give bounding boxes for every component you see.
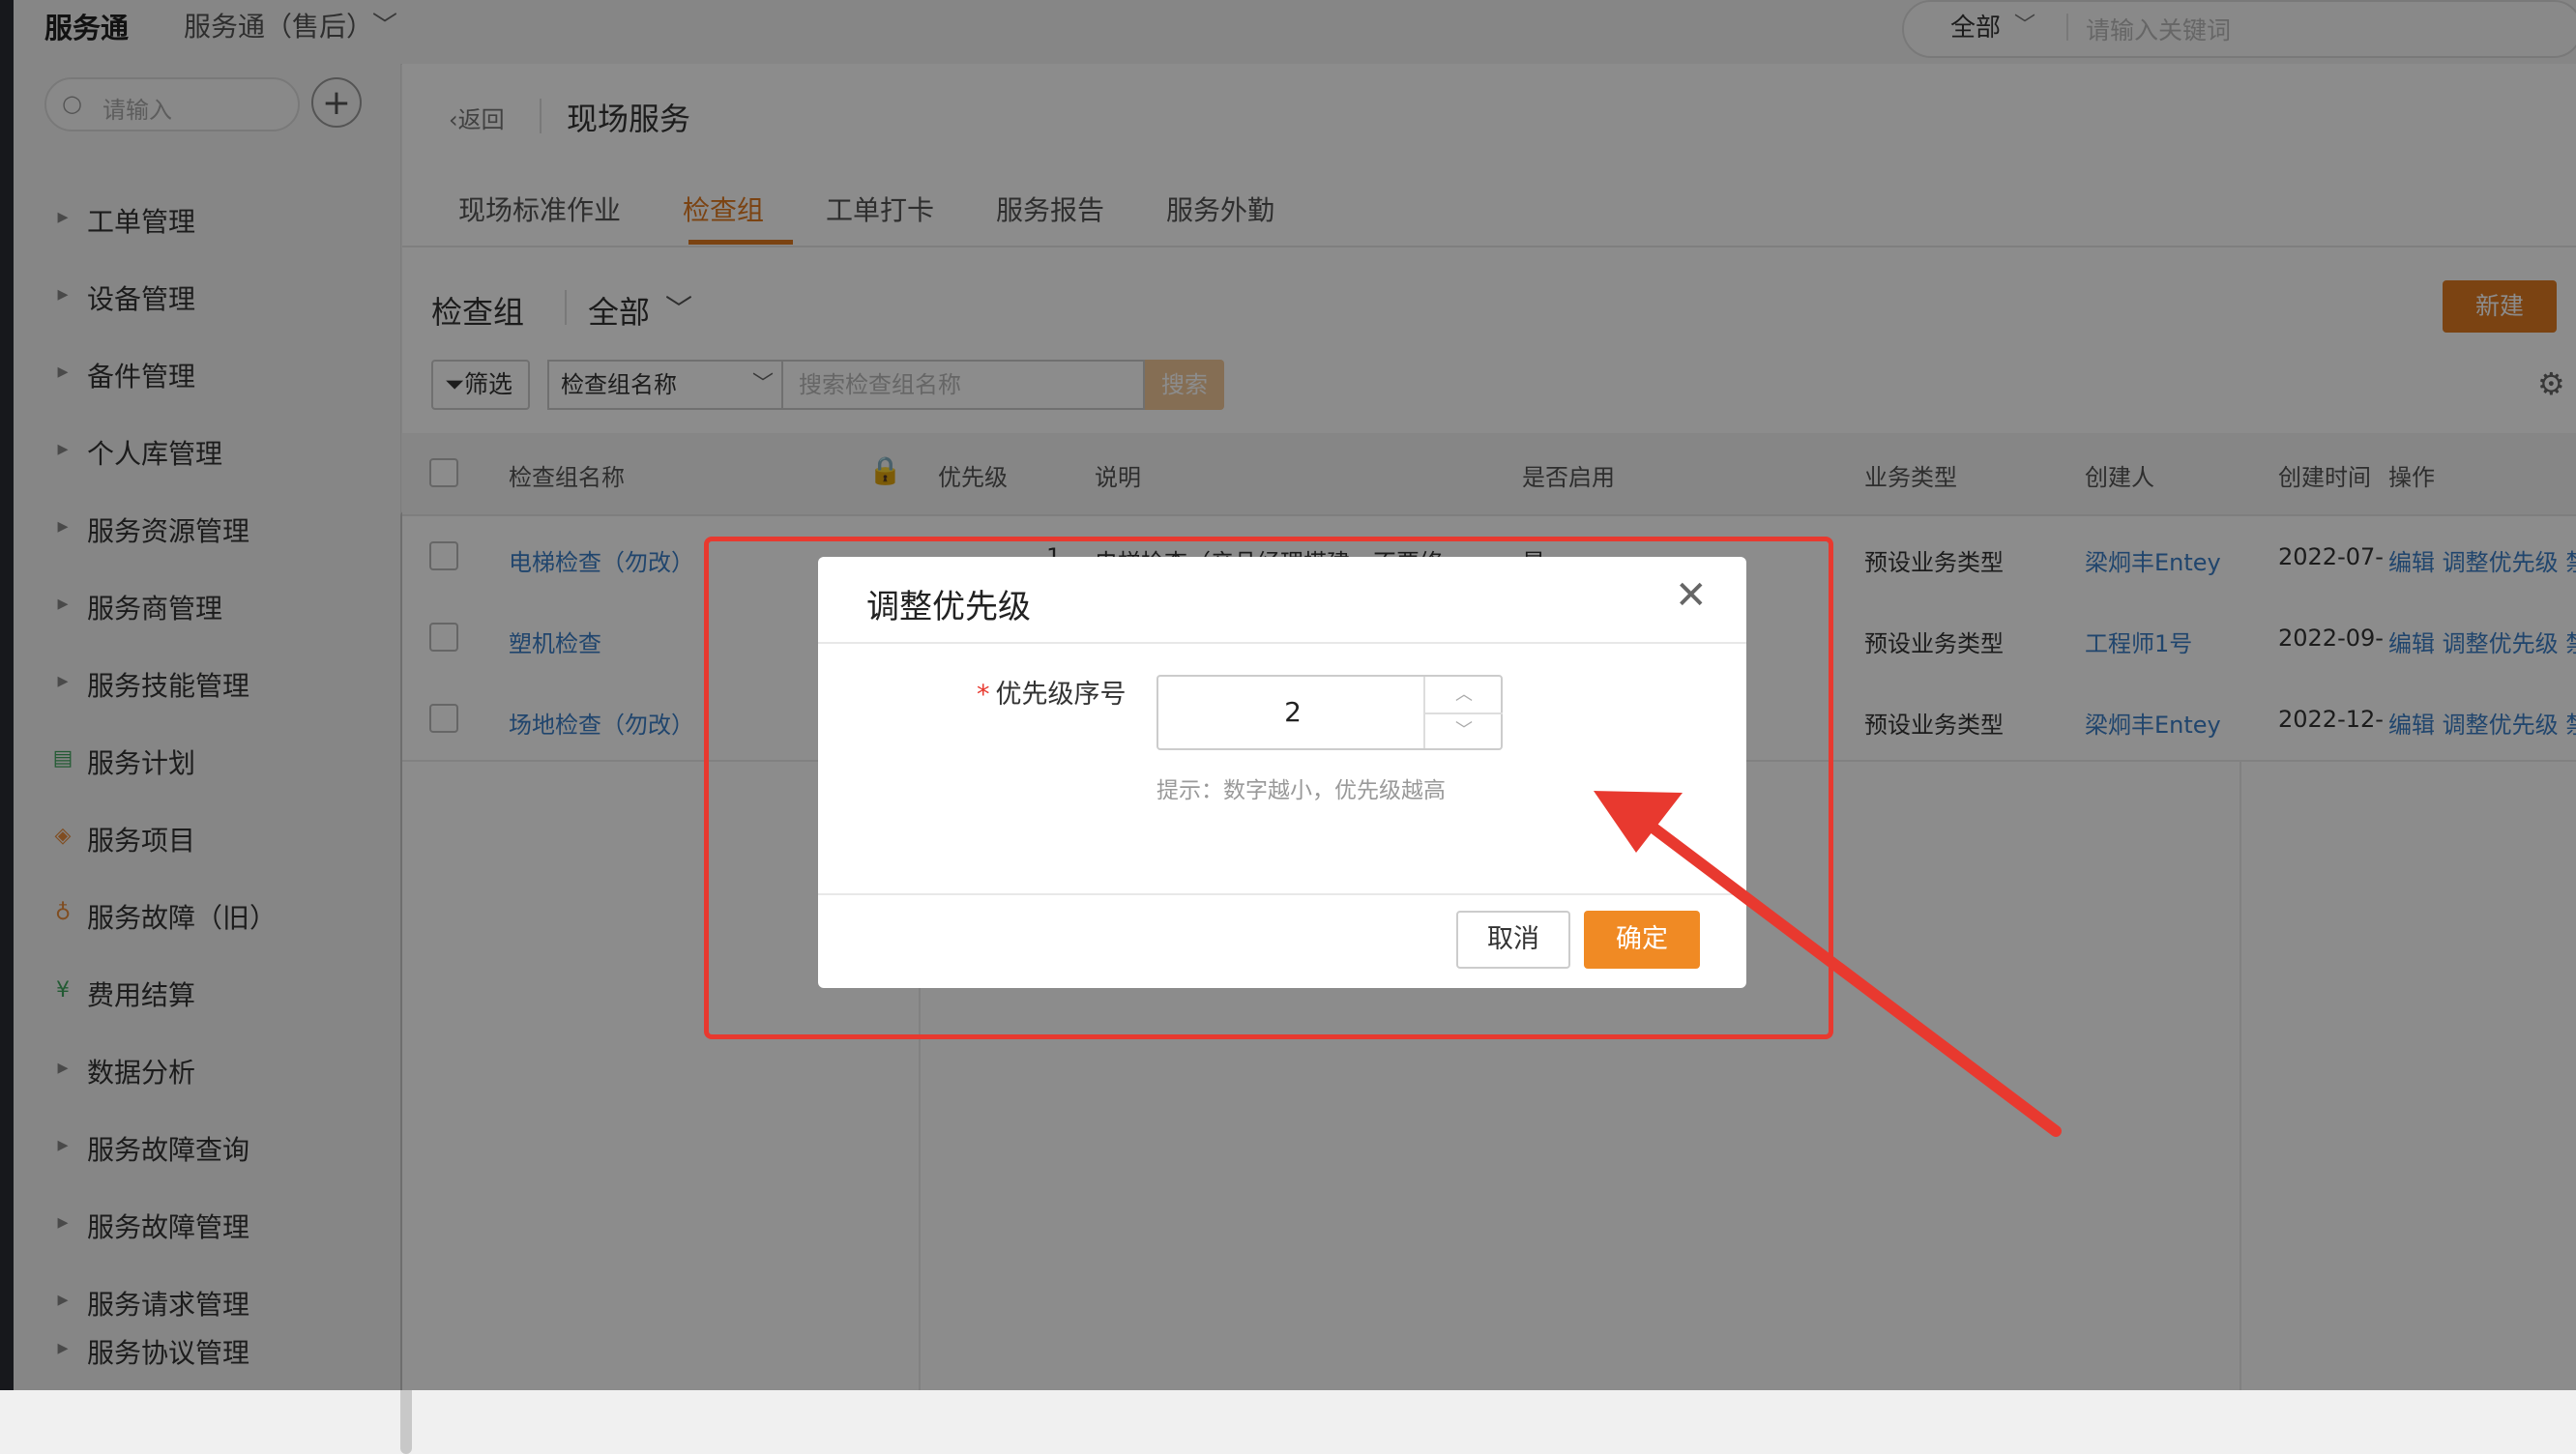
annotation-arrow [1594,791,2062,1137]
